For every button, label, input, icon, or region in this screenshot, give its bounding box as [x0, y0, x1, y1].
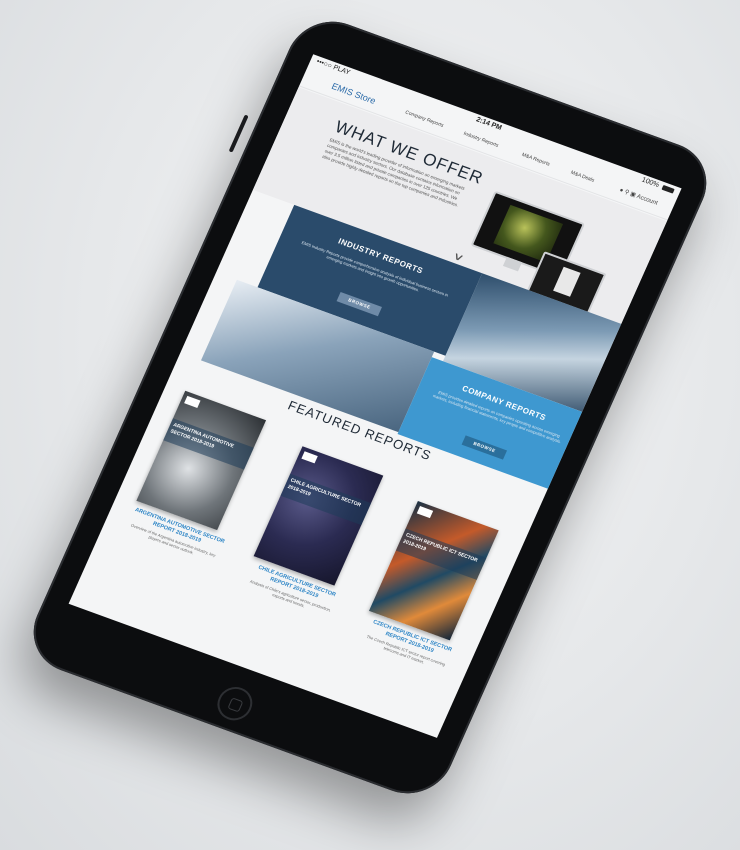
- report-cover[interactable]: ARGENTINA AUTOMOTIVE SECTOR 2018-2019: [136, 390, 267, 531]
- featured-report-card[interactable]: CHILE AGRICULTURE SECTOR 2018-2019 CHILE…: [241, 446, 397, 619]
- industry-browse-button[interactable]: BROWSE: [336, 291, 382, 317]
- battery-icon: [661, 184, 675, 194]
- report-cover[interactable]: CHILE AGRICULTURE SECTOR 2018-2019: [253, 446, 384, 586]
- emis-logo: [416, 506, 434, 519]
- scene: •••○○ PLAY 2:14 PM 100% EMIS Store Compa…: [0, 0, 740, 850]
- home-button[interactable]: [211, 682, 258, 726]
- report-cover[interactable]: CZECH REPUBLIC ICT SECTOR 2018-2019: [368, 501, 499, 641]
- cover-title: CHILE AGRICULTURE SECTOR 2018-2019: [280, 473, 372, 526]
- tablet-device: •••○○ PLAY 2:14 PM 100% EMIS Store Compa…: [19, 9, 721, 806]
- emis-logo: [184, 395, 201, 408]
- nav-ma-deals[interactable]: M&A Deals: [570, 170, 596, 184]
- tablet-screen: •••○○ PLAY 2:14 PM 100% EMIS Store Compa…: [68, 54, 682, 738]
- laptop-screen-image: [553, 266, 581, 297]
- battery-percent: 100%: [640, 176, 661, 190]
- featured-report-card[interactable]: CZECH REPUBLIC ICT SECTOR 2018-2019 CZEC…: [356, 501, 512, 674]
- emis-logo: [301, 451, 318, 464]
- account-label[interactable]: Account: [636, 194, 659, 207]
- cover-title: CZECH REPUBLIC ICT SECTOR 2018-2019: [395, 528, 487, 580]
- nav-ma-reports[interactable]: M&A Reports: [521, 152, 551, 168]
- featured-report-card[interactable]: ARGENTINA AUTOMOTIVE SECTOR 2018-2019 AR…: [123, 390, 279, 564]
- cover-title: ARGENTINA AUTOMOTIVE SECTOR 2018-2019: [163, 418, 254, 470]
- nav-industry-reports[interactable]: Industry Reports: [462, 131, 499, 149]
- company-browse-button[interactable]: BROWSE: [461, 435, 508, 460]
